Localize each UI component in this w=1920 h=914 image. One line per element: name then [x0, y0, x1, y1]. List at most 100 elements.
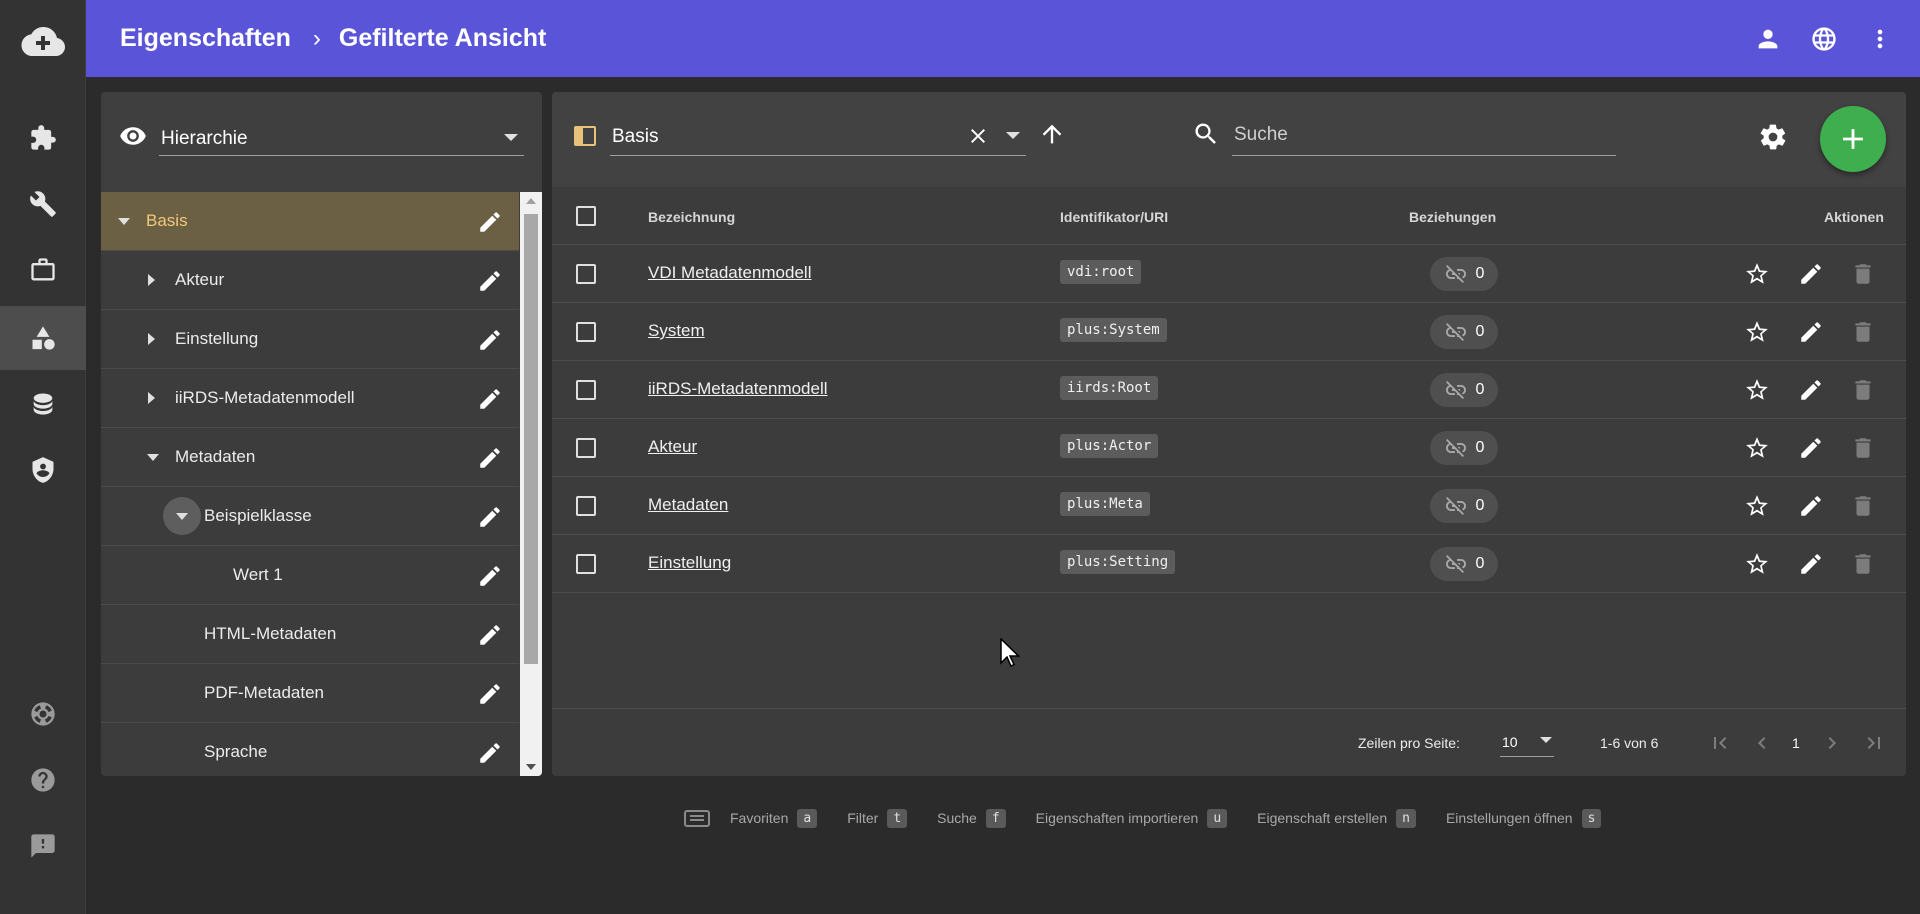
next-page-icon[interactable]	[1820, 731, 1844, 760]
tree-item-label: Wert 1	[233, 565, 283, 584]
nav-item-help[interactable]	[0, 748, 86, 812]
tree-item-akteur[interactable]: Akteur	[101, 251, 519, 310]
edit-icon[interactable]	[1798, 551, 1824, 582]
delete-icon[interactable]	[1850, 377, 1876, 408]
row-checkbox[interactable]	[576, 554, 596, 574]
row-name-link[interactable]: Einstellung	[648, 553, 731, 573]
relations-chip[interactable]: 0	[1430, 431, 1498, 465]
tree-item-metadaten[interactable]: Metadaten	[101, 428, 519, 487]
edit-icon[interactable]	[477, 563, 503, 594]
nav-item-data[interactable]	[0, 372, 86, 436]
caret-down-icon[interactable]	[147, 454, 159, 461]
relations-chip[interactable]: 0	[1430, 547, 1498, 581]
row-name-link[interactable]: iiRDS-Metadatenmodell	[648, 379, 828, 399]
prev-page-icon[interactable]	[1750, 731, 1774, 760]
row-checkbox[interactable]	[576, 380, 596, 400]
row-name-link[interactable]: Akteur	[648, 437, 697, 457]
globe-icon[interactable]	[1810, 25, 1838, 53]
cloud-plus-icon[interactable]	[20, 22, 66, 62]
delete-icon[interactable]	[1850, 493, 1876, 524]
relations-chip[interactable]: 0	[1430, 489, 1498, 523]
shortcut-key: f	[985, 808, 1006, 828]
row-name-link[interactable]: System	[648, 321, 705, 341]
caret-down-icon[interactable]	[118, 218, 130, 225]
edit-icon[interactable]	[477, 681, 503, 712]
more-vert-icon[interactable]	[1866, 25, 1894, 53]
rows-per-page-select[interactable]: 10	[1500, 725, 1554, 757]
row-checkbox[interactable]	[576, 264, 596, 284]
tree-item-basis[interactable]: Basis	[101, 192, 519, 251]
tree-item-einstellung[interactable]: Einstellung	[101, 310, 519, 369]
arrow-up-icon[interactable]	[1038, 120, 1066, 148]
nav-item-tools[interactable]	[0, 172, 86, 236]
nav-item-admin[interactable]	[0, 438, 86, 502]
add-property-button[interactable]	[1820, 106, 1886, 172]
edit-icon[interactable]	[1798, 435, 1824, 466]
account-icon[interactable]	[1754, 25, 1782, 53]
edit-icon[interactable]	[477, 445, 503, 476]
edit-icon[interactable]	[1798, 319, 1824, 350]
tree-item-wert-1[interactable]: Wert 1	[101, 546, 519, 605]
star-icon[interactable]	[1744, 435, 1770, 466]
row-name-link[interactable]: Metadaten	[648, 495, 728, 515]
row-name-link[interactable]: VDI Metadatenmodell	[648, 263, 811, 283]
star-icon[interactable]	[1744, 377, 1770, 408]
column-uri[interactable]: Identifikator/URI	[1060, 209, 1168, 225]
tree-item-html-metadaten[interactable]: HTML-Metadaten	[101, 605, 519, 664]
delete-icon[interactable]	[1850, 435, 1876, 466]
caret-right-icon[interactable]	[148, 333, 155, 345]
edit-icon[interactable]	[477, 386, 503, 417]
caret-down-icon[interactable]	[163, 497, 201, 535]
relations-chip[interactable]: 0	[1430, 315, 1498, 349]
class-filter-select[interactable]: Basis	[610, 114, 1026, 156]
tree-item-sprache[interactable]: Sprache	[101, 723, 519, 776]
star-icon[interactable]	[1744, 261, 1770, 292]
tree-item-pdf-metadaten[interactable]: PDF-Metadaten	[101, 664, 519, 723]
breadcrumb-properties[interactable]: Eigenschaften	[120, 24, 291, 53]
nav-item-projects[interactable]	[0, 238, 86, 302]
caret-right-icon[interactable]	[148, 274, 155, 286]
relations-chip[interactable]: 0	[1430, 373, 1498, 407]
gear-icon[interactable]	[1758, 122, 1788, 152]
last-page-icon[interactable]	[1862, 731, 1886, 760]
tree-scrollbar[interactable]	[520, 192, 542, 776]
edit-icon[interactable]	[1798, 493, 1824, 524]
row-checkbox[interactable]	[576, 438, 596, 458]
first-page-icon[interactable]	[1708, 731, 1732, 760]
edit-icon[interactable]	[477, 622, 503, 653]
edit-icon[interactable]	[1798, 377, 1824, 408]
side-panel-icon[interactable]	[574, 126, 596, 146]
scrollbar-thumb[interactable]	[524, 214, 538, 664]
star-icon[interactable]	[1744, 493, 1770, 524]
chevron-down-icon[interactable]	[1006, 132, 1020, 139]
caret-right-icon[interactable]	[148, 392, 155, 404]
lifebuoy-icon	[31, 702, 55, 726]
tree-item-iirds[interactable]: iiRDS-Metadatenmodell	[101, 369, 519, 428]
view-mode-select[interactable]: Hierarchie	[159, 120, 524, 156]
select-all-checkbox[interactable]	[576, 206, 596, 226]
search-input[interactable]	[1234, 124, 1604, 146]
nav-item-properties[interactable]	[0, 306, 86, 370]
edit-icon[interactable]	[477, 327, 503, 358]
delete-icon[interactable]	[1850, 319, 1876, 350]
nav-item-feedback[interactable]	[0, 814, 86, 878]
scroll-up-icon[interactable]	[526, 198, 536, 204]
edit-icon[interactable]	[1798, 261, 1824, 292]
column-name[interactable]: Bezeichnung	[648, 209, 735, 225]
edit-icon[interactable]	[477, 209, 503, 240]
row-checkbox[interactable]	[576, 322, 596, 342]
close-icon[interactable]	[966, 124, 990, 148]
delete-icon[interactable]	[1850, 261, 1876, 292]
edit-icon[interactable]	[477, 504, 503, 535]
nav-item-components[interactable]	[0, 106, 86, 170]
edit-icon[interactable]	[477, 740, 503, 771]
star-icon[interactable]	[1744, 551, 1770, 582]
row-checkbox[interactable]	[576, 496, 596, 516]
edit-icon[interactable]	[477, 268, 503, 299]
delete-icon[interactable]	[1850, 551, 1876, 582]
scroll-down-icon[interactable]	[526, 764, 536, 770]
star-icon[interactable]	[1744, 319, 1770, 350]
nav-item-support[interactable]	[0, 682, 86, 746]
tree-item-beispielklasse[interactable]: Beispielklasse	[101, 487, 519, 546]
relations-chip[interactable]: 0	[1430, 257, 1498, 291]
